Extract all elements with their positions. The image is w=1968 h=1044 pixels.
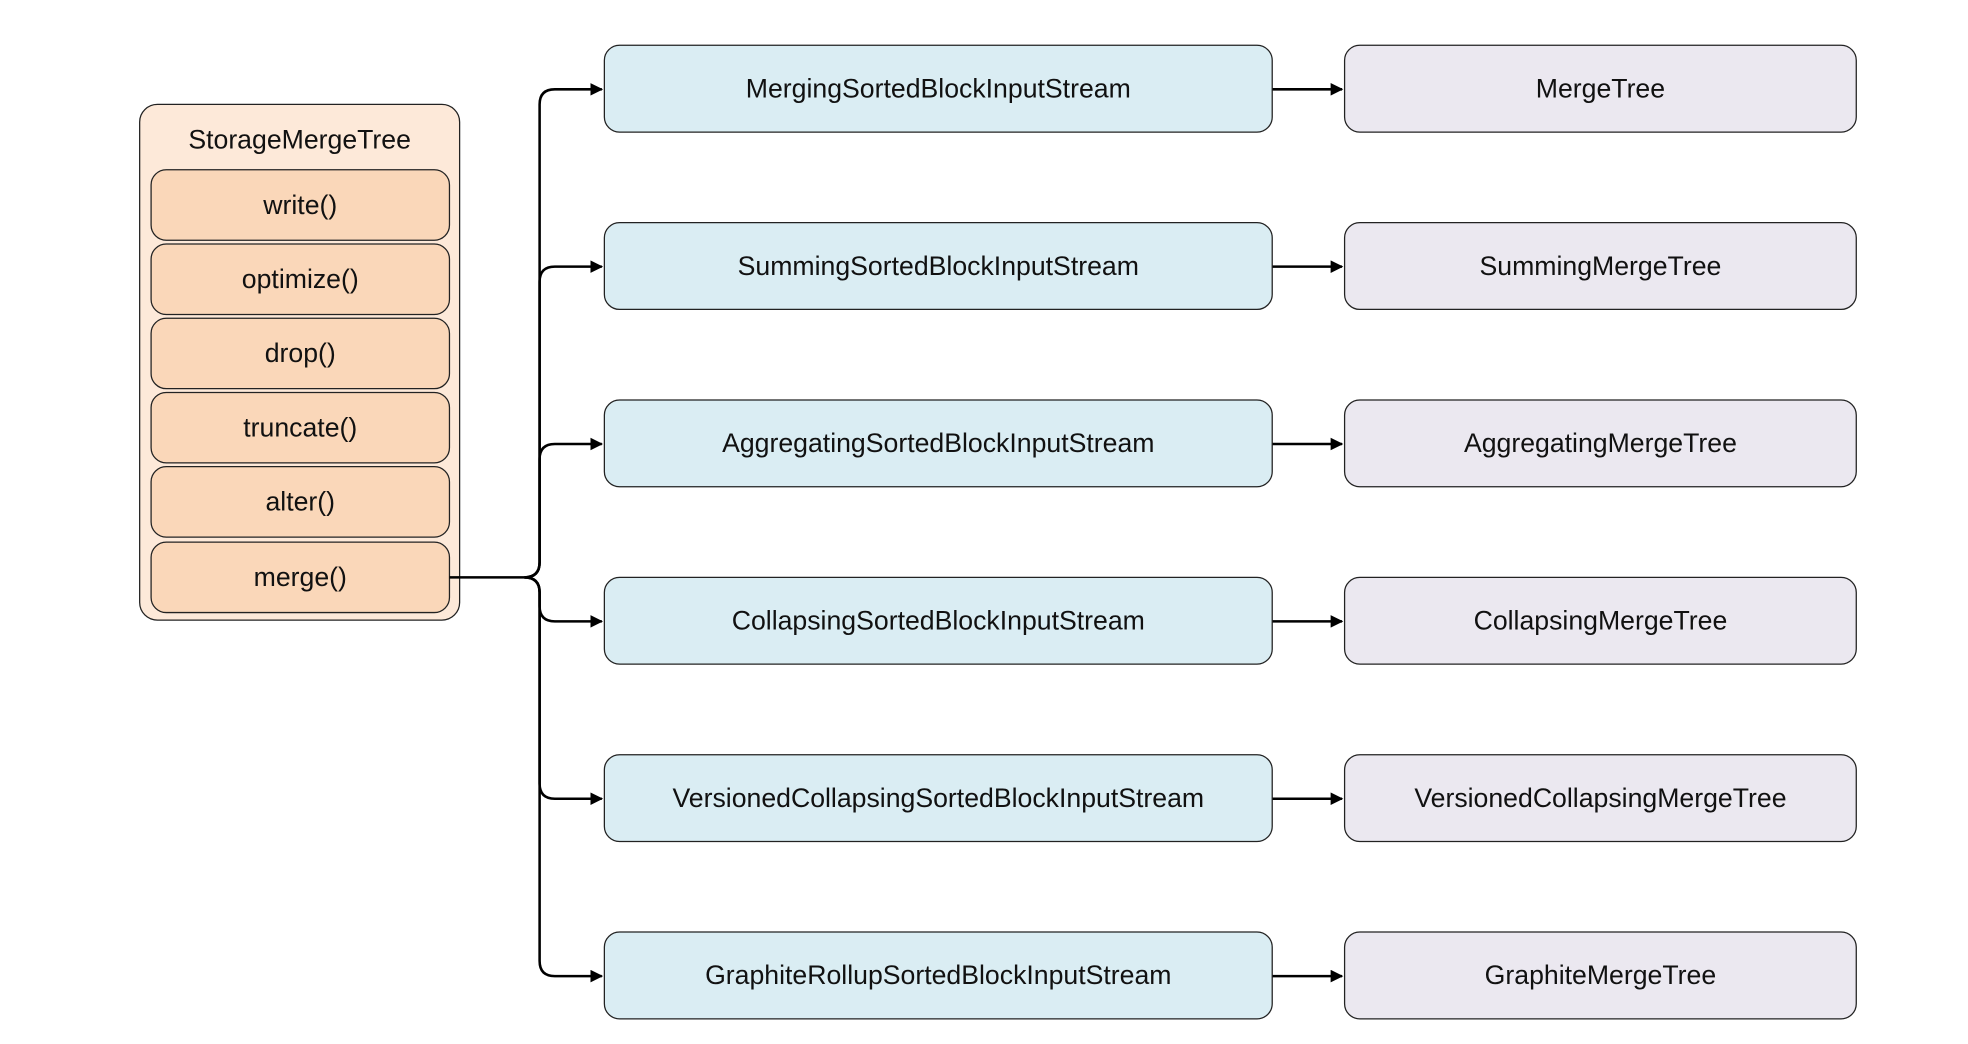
stream-node[interactable]: AggregatingSortedBlockInputStream [603, 399, 1273, 488]
engine-node-label: AggregatingMergeTree [1464, 428, 1737, 458]
method-optimize[interactable]: optimize() [150, 243, 451, 316]
engine-node-label: VersionedCollapsingMergeTree [1414, 783, 1786, 813]
engine-node-label: CollapsingMergeTree [1474, 606, 1728, 636]
engine-node[interactable]: SummingMergeTree [1343, 222, 1857, 311]
method-merge[interactable]: merge() [150, 541, 451, 614]
storage-merge-tree-box: StorageMergeTree write() optimize() drop() t… [139, 103, 461, 621]
merge-to-stream-arrow [524, 576, 604, 628]
merge-to-stream-arrow [524, 576, 604, 983]
merge-to-stream-arrow [524, 576, 604, 806]
stream-node-label: CollapsingSortedBlockInputStream [732, 606, 1145, 636]
merge-tree-diagram: StorageMergeTree write() optimize() drop() t… [139, 44, 1857, 1020]
engine-node[interactable]: GraphiteMergeTree [1343, 931, 1857, 1020]
method-merge-label: merge() [254, 562, 347, 592]
method-truncate[interactable]: truncate() [150, 391, 451, 464]
merge-to-stream-arrow [524, 437, 604, 579]
method-alter-label: alter() [265, 487, 335, 517]
stream-node[interactable]: SummingSortedBlockInputStream [603, 222, 1273, 311]
engine-node[interactable]: AggregatingMergeTree [1343, 399, 1857, 488]
engine-node-label: SummingMergeTree [1480, 251, 1722, 281]
engine-node[interactable]: VersionedCollapsingMergeTree [1343, 754, 1857, 843]
engine-node-label: GraphiteMergeTree [1485, 960, 1716, 990]
engine-node[interactable]: MergeTree [1343, 44, 1857, 133]
stream-node[interactable]: VersionedCollapsingSortedBlockInputStrea… [603, 754, 1273, 843]
merge-to-stream-arrow [524, 260, 604, 579]
method-write[interactable]: write() [150, 169, 451, 241]
stream-node[interactable]: GraphiteRollupSortedBlockInputStream [603, 931, 1273, 1020]
method-drop-label: drop() [265, 338, 336, 368]
stream-node-label: SummingSortedBlockInputStream [738, 251, 1139, 281]
stream-node-label: MergingSortedBlockInputStream [746, 74, 1131, 104]
engine-node[interactable]: CollapsingMergeTree [1343, 576, 1857, 665]
method-drop[interactable]: drop() [150, 317, 451, 390]
stream-node-label: VersionedCollapsingSortedBlockInputStrea… [672, 783, 1204, 813]
method-optimize-label: optimize() [242, 264, 359, 294]
method-write-label: write() [262, 190, 337, 220]
storage-title: StorageMergeTree [188, 125, 411, 155]
stream-node-label: GraphiteRollupSortedBlockInputStream [705, 960, 1171, 990]
stream-node[interactable]: CollapsingSortedBlockInputStream [603, 576, 1273, 665]
stream-node[interactable]: MergingSortedBlockInputStream [603, 44, 1273, 133]
method-truncate-label: truncate() [243, 413, 357, 443]
stream-node-label: AggregatingSortedBlockInputStream [722, 428, 1154, 458]
merge-to-stream-arrow [524, 83, 604, 579]
engine-node-label: MergeTree [1536, 74, 1665, 104]
method-alter[interactable]: alter() [150, 466, 451, 538]
stream-rows: MergingSortedBlockInputStream MergeTree Su… [603, 44, 1857, 1020]
